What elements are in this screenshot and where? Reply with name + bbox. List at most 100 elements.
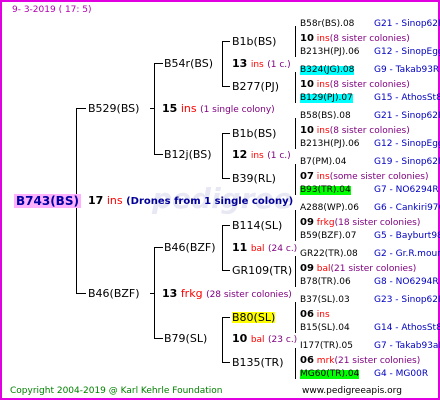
- g4-count: 07: [300, 171, 314, 182]
- g4-mid-info: 09 frkg(18 sister colonies): [300, 218, 420, 228]
- g1-info: 15 ins (1 single colony): [162, 103, 275, 115]
- root-unit: ins: [106, 194, 123, 207]
- g4-count: 09: [300, 263, 314, 274]
- g3-vline-6: [295, 256, 296, 287]
- g4-bottom-node[interactable]: B213H(PJ).06: [300, 48, 360, 57]
- g2a-h2: [222, 86, 230, 87]
- g4-mid-info: 06 ins: [300, 310, 330, 320]
- g2-unit: bal: [250, 244, 265, 254]
- g2b-h2: [222, 178, 230, 179]
- g4-count: 06: [300, 355, 314, 366]
- g4-top-node[interactable]: A288(WP).06: [300, 204, 359, 213]
- g4-bottom-node[interactable]: B59(BZF).07: [300, 232, 356, 241]
- g4-mid-info: 07 ins(some sister colonies): [300, 172, 428, 182]
- g3-vline-7: [295, 302, 296, 333]
- g4-bottom-id: G12 - SinopEgg86R: [374, 139, 440, 149]
- g2a-vline: [222, 41, 223, 87]
- g4-top-id: G2 - Gr.R.mounta: [374, 249, 440, 259]
- g2-note: (24 c.): [268, 244, 298, 254]
- g4-unit: mrk: [316, 356, 335, 366]
- g1-note: (28 sister colonies): [206, 290, 292, 300]
- g4-note: (18 sister colonies): [334, 218, 421, 228]
- g3-node[interactable]: B80(SL): [232, 312, 276, 323]
- g2-node[interactable]: B12j(BS): [164, 149, 212, 160]
- g4-bottom-id: G5 - Bayburt98-3: [374, 231, 440, 241]
- g4-mid-info: 10 ins(8 sister colonies): [300, 80, 410, 90]
- g4-unit: frkg: [316, 218, 335, 228]
- g4-note: (some sister colonies): [329, 172, 429, 182]
- g2-count: 10: [232, 332, 248, 345]
- g1-unit: ins: [180, 102, 197, 115]
- g1-info: 13 frkg (28 sister colonies): [162, 288, 292, 300]
- g2-info: 13 ins (1 c.): [232, 58, 291, 70]
- g2-node[interactable]: B79(SL): [164, 333, 207, 344]
- g4-unit: ins: [316, 126, 330, 136]
- g4-bottom-node[interactable]: B213H(PJ).06: [300, 140, 360, 149]
- g2-node[interactable]: B46(BZF): [164, 242, 216, 253]
- g1b-to-g2c: [154, 247, 163, 248]
- g4-top-node[interactable]: B7(PM).04: [300, 158, 346, 167]
- g4-bottom-node[interactable]: B129(PJ).07: [300, 94, 353, 103]
- g2-info: 10 bal (23 c.): [232, 333, 297, 345]
- g2-count: 11: [232, 241, 248, 254]
- g1-note: (1 single colony): [200, 105, 275, 115]
- g1a-vline: [154, 63, 155, 155]
- g3-node[interactable]: B135(TR): [232, 357, 284, 368]
- pedigree-frame: pedigree 9- 3-2019 ( 17: 5) B743(BS) 17 …: [0, 0, 440, 400]
- g4-mid-info: 10 ins(8 sister colonies): [300, 34, 410, 44]
- root-count: 17: [88, 194, 104, 207]
- g4-unit: ins: [316, 34, 330, 44]
- g2-count: 13: [232, 57, 248, 70]
- g4-unit: ins: [316, 172, 330, 182]
- g4-bottom-node[interactable]: MG60(TR).04: [300, 370, 360, 379]
- root-queen[interactable]: B743(BS): [14, 194, 81, 208]
- g4-bottom-id: G15 - AthosSt80R: [374, 93, 440, 103]
- g4-note: (8 sister colonies): [329, 126, 410, 136]
- g4-note: (8 sister colonies): [329, 80, 410, 90]
- g3-node[interactable]: B1b(BS): [232, 36, 276, 47]
- g4-top-node[interactable]: GR22(TR).08: [300, 250, 358, 259]
- g2-node[interactable]: B54r(BS): [164, 58, 213, 69]
- g4-bottom-id: G8 - NO6294R: [374, 277, 439, 287]
- g4-unit: ins: [316, 80, 330, 90]
- g3-node[interactable]: B1b(BS): [232, 128, 276, 139]
- g3-node[interactable]: GR109(TR): [232, 265, 292, 276]
- g3-vline-4: [295, 164, 296, 195]
- g2-note: (1 c.): [267, 60, 291, 70]
- g4-top-node[interactable]: B324(JG).08: [300, 66, 355, 75]
- g4-top-id: G21 - Sinop62R: [374, 111, 440, 121]
- g4-note: (8 sister colonies): [329, 34, 410, 44]
- g4-top-node[interactable]: I177(TR).05: [300, 342, 353, 351]
- g4-bottom-node[interactable]: B15(SL).04: [300, 324, 350, 333]
- g4-top-id: G6 - Cankiri97Q: [374, 203, 440, 213]
- g4-top-id: G21 - Sinop62R: [374, 19, 440, 29]
- g4-top-id: G19 - Sinop62R: [374, 157, 440, 167]
- g4-bottom-id: G14 - AthosSt80R: [374, 323, 440, 333]
- g4-top-node[interactable]: B37(SL).03: [300, 296, 350, 305]
- g4-count: 10: [300, 125, 314, 136]
- g2d-vline: [222, 317, 223, 363]
- g1b-stub: [150, 293, 155, 294]
- g4-bottom-node[interactable]: B78(TR).06: [300, 278, 351, 287]
- g2-unit: ins: [250, 151, 264, 161]
- g3-node[interactable]: B39(RL): [232, 173, 276, 184]
- g2d-h2: [222, 362, 230, 363]
- g3-node[interactable]: B114(SL): [232, 220, 282, 231]
- g1-node[interactable]: B46(BZF): [88, 288, 140, 299]
- date-header: 9- 3-2019 ( 17: 5): [12, 5, 92, 15]
- g1-node[interactable]: B529(BS): [88, 103, 139, 114]
- g3-vline-1: [295, 26, 296, 57]
- g4-bottom-id: G4 - MG00R: [374, 369, 429, 379]
- site-url[interactable]: www.pedigreeapis.org: [302, 387, 402, 396]
- g4-top-node[interactable]: B58(BS).08: [300, 112, 351, 121]
- g1-unit: frkg: [180, 287, 203, 300]
- g1a-stub: [150, 108, 155, 109]
- g4-mid-info: 09 bal(21 sister colonies): [300, 264, 416, 274]
- g2-unit: ins: [250, 60, 264, 70]
- g4-top-node[interactable]: B58r(BS).08: [300, 20, 354, 29]
- root-count-line: 17 ins (Drones from 1 single colony): [88, 195, 293, 207]
- g3-node[interactable]: B277(PJ): [232, 81, 279, 92]
- g4-bottom-node[interactable]: B93(TR).04: [300, 186, 351, 195]
- g2b-h1: [222, 133, 230, 134]
- g3-vline-8: [295, 348, 296, 379]
